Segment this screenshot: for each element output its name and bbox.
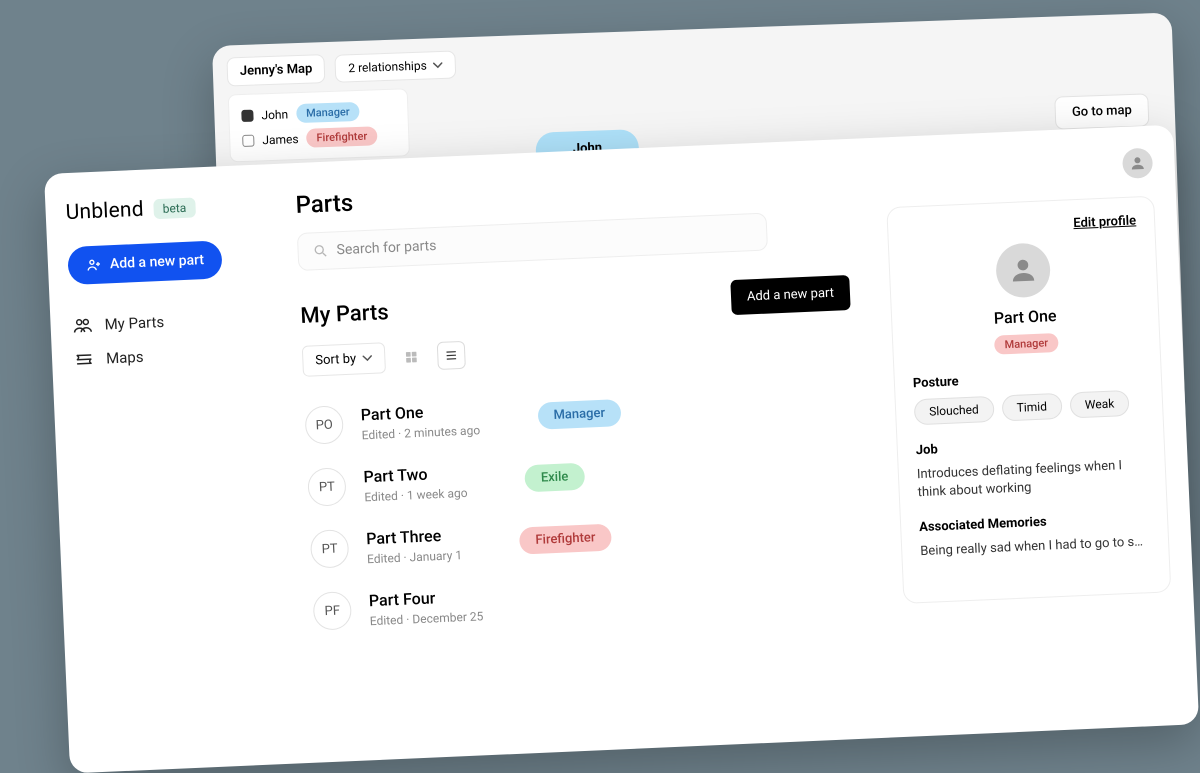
map-title[interactable]: Jenny's Map — [226, 54, 325, 86]
relationships-dropdown[interactable]: 2 relationships — [335, 50, 456, 82]
sidebar: Unblend beta Add a new part My Parts Map… — [44, 164, 290, 773]
part-meta: Edited · December 25 — [369, 609, 483, 628]
job-heading: Job — [916, 433, 1146, 458]
main-content: Parts Search for parts My Parts Add a ne… — [264, 125, 1199, 764]
posture-chip[interactable]: Timid — [1001, 393, 1062, 422]
checkbox-checked-icon[interactable] — [241, 109, 253, 121]
beta-badge: beta — [153, 197, 195, 219]
role-pill: Manager — [537, 399, 622, 430]
job-text: Introduces deflating feelings when I thi… — [917, 456, 1148, 502]
role-pill: Firefighter — [519, 523, 612, 554]
part-meta: Edited · 2 minutes ago — [361, 423, 480, 442]
avatar-icon — [995, 242, 1051, 298]
sidebar-item-label: Maps — [106, 348, 144, 368]
search-input[interactable]: Search for parts — [297, 213, 768, 271]
chevron-down-icon — [362, 352, 373, 367]
part-title: Part Two — [363, 462, 467, 485]
part-initials: PF — [313, 591, 353, 631]
add-new-part-button[interactable]: Add a new part — [67, 240, 223, 285]
posture-heading: Posture — [913, 366, 1143, 391]
detail-part-name: Part One — [910, 302, 1141, 331]
checkbox-empty-icon[interactable] — [242, 134, 254, 146]
part-title: Part Three — [366, 525, 462, 548]
parts-window: Unblend beta Add a new part My Parts Map… — [44, 125, 1199, 773]
edit-profile-link[interactable]: Edit profile — [906, 213, 1136, 238]
part-initials: PT — [310, 529, 350, 569]
sort-dropdown[interactable]: Sort by — [302, 342, 386, 377]
posture-chip[interactable]: Slouched — [914, 396, 995, 425]
search-placeholder: Search for parts — [336, 238, 437, 258]
part-meta: Edited · January 1 — [367, 548, 463, 566]
legend-item-james[interactable]: James Firefighter — [242, 123, 397, 153]
search-icon — [312, 243, 329, 260]
go-to-map-button[interactable]: Go to map — [1054, 93, 1149, 129]
list-view-button[interactable] — [436, 340, 465, 369]
role-pill: Firefighter — [306, 126, 377, 147]
role-pill: Manager — [296, 102, 360, 123]
memories-heading: Associated Memories — [919, 511, 1149, 536]
part-meta: Edited · 1 week ago — [364, 485, 468, 503]
part-detail-panel: Edit profile Part One Manager Posture Sl… — [886, 196, 1171, 604]
section-title: My Parts — [300, 300, 389, 329]
role-pill: Manager — [994, 333, 1058, 355]
part-initials: PT — [307, 467, 347, 507]
legend-panel: John Manager James Firefighter — [228, 88, 410, 162]
sidebar-item-label: My Parts — [104, 313, 164, 334]
part-initials: PO — [304, 405, 344, 445]
sidebar-item-maps[interactable]: Maps — [71, 335, 252, 377]
chevron-down-icon — [433, 58, 443, 72]
brand-name: Unblend — [65, 198, 144, 225]
memories-text: Being really sad when I had to go to s… — [920, 533, 1151, 561]
role-pill: Exile — [524, 462, 585, 492]
grid-view-button[interactable] — [396, 342, 425, 371]
posture-chip[interactable]: Weak — [1069, 390, 1130, 419]
part-title: Part Four — [368, 586, 482, 610]
part-title: Part One — [360, 400, 479, 424]
user-avatar-button[interactable] — [1122, 148, 1153, 179]
add-part-button[interactable]: Add a new part — [730, 275, 850, 315]
